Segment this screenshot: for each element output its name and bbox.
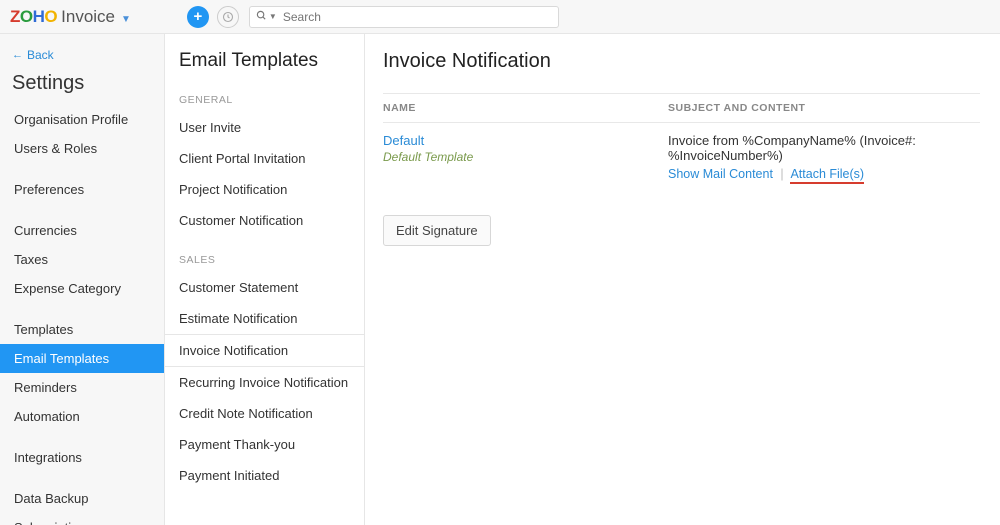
- table-header: NAME SUBJECT AND CONTENT: [383, 93, 980, 123]
- back-link[interactable]: ← Back: [12, 48, 164, 62]
- template-subtitle: Default Template: [383, 150, 668, 164]
- brand[interactable]: ZOHO Invoice ▼: [10, 7, 131, 27]
- sidebar-item-subscription[interactable]: Subscription: [12, 513, 164, 525]
- sidebar-item-taxes[interactable]: Taxes: [12, 245, 164, 274]
- template-item-payment-thank-you[interactable]: Payment Thank-you: [179, 429, 364, 460]
- sidebar-item-organisation-profile[interactable]: Organisation Profile: [12, 105, 164, 134]
- settings-title: Settings: [12, 72, 164, 95]
- search-input[interactable]: [283, 10, 552, 24]
- sidebar-item-automation[interactable]: Automation: [12, 402, 164, 431]
- table-row: Default Default Template Invoice from %C…: [383, 123, 980, 187]
- sidebar-item-currencies[interactable]: Currencies: [12, 216, 164, 245]
- sidebar-item-reminders[interactable]: Reminders: [12, 373, 164, 402]
- template-name-link[interactable]: Default: [383, 133, 668, 148]
- template-item-customer-statement[interactable]: Customer Statement: [179, 272, 364, 303]
- sidebar-item-users-roles[interactable]: Users & Roles: [12, 134, 164, 163]
- template-item-payment-initiated[interactable]: Payment Initiated: [179, 460, 364, 491]
- template-item-credit-note-notification[interactable]: Credit Note Notification: [179, 398, 364, 429]
- templates-title: Email Templates: [179, 50, 364, 72]
- attach-files-link[interactable]: Attach File(s): [790, 167, 864, 184]
- clock-icon: [222, 11, 234, 23]
- search-icon: [256, 10, 267, 24]
- col-header-name: NAME: [383, 102, 668, 114]
- settings-sidebar: ← Back Settings Organisation Profile Use…: [0, 34, 165, 525]
- template-group-general: GENERAL: [179, 94, 364, 106]
- arrow-left-icon: ←: [12, 49, 23, 61]
- sidebar-item-data-backup[interactable]: Data Backup: [12, 484, 164, 513]
- sidebar-item-integrations[interactable]: Integrations: [12, 443, 164, 472]
- search-box[interactable]: ▼: [249, 6, 559, 28]
- show-mail-content-link[interactable]: Show Mail Content: [668, 167, 773, 181]
- back-label: Back: [27, 48, 54, 62]
- template-item-recurring-invoice-notification[interactable]: Recurring Invoice Notification: [179, 367, 364, 398]
- template-item-user-invite[interactable]: User Invite: [179, 112, 364, 143]
- cell-subject: Invoice from %CompanyName% (Invoice#: %I…: [668, 133, 980, 181]
- subject-text: Invoice from %CompanyName% (Invoice#: %I…: [668, 133, 980, 163]
- sidebar-item-expense-category[interactable]: Expense Category: [12, 274, 164, 303]
- template-item-customer-notification[interactable]: Customer Notification: [179, 205, 364, 236]
- page-title: Invoice Notification: [383, 50, 980, 73]
- template-item-project-notification[interactable]: Project Notification: [179, 174, 364, 205]
- edit-signature-button[interactable]: Edit Signature: [383, 215, 491, 246]
- add-button[interactable]: +: [187, 6, 209, 28]
- template-item-invoice-notification[interactable]: Invoice Notification: [165, 334, 365, 367]
- link-separator: |: [780, 167, 783, 181]
- brand-caret-icon: ▼: [121, 14, 131, 25]
- main-panel: Invoice Notification NAME SUBJECT AND CO…: [365, 34, 1000, 525]
- template-item-estimate-notification[interactable]: Estimate Notification: [179, 303, 364, 334]
- topbar: ZOHO Invoice ▼ + ▼: [0, 0, 1000, 34]
- sidebar-item-preferences[interactable]: Preferences: [12, 175, 164, 204]
- cell-name: Default Default Template: [383, 133, 668, 164]
- template-item-client-portal-invitation[interactable]: Client Portal Invitation: [179, 143, 364, 174]
- recent-button[interactable]: [217, 6, 239, 28]
- templates-panel: Email Templates GENERAL User Invite Clie…: [165, 34, 365, 525]
- col-header-subject: SUBJECT AND CONTENT: [668, 102, 980, 114]
- zoho-logo: ZOHO: [10, 7, 57, 27]
- sidebar-item-email-templates[interactable]: Email Templates: [0, 344, 164, 373]
- brand-product: Invoice: [61, 7, 115, 27]
- template-group-sales: SALES: [179, 254, 364, 266]
- sidebar-item-templates[interactable]: Templates: [12, 315, 164, 344]
- search-scope-caret-icon[interactable]: ▼: [269, 12, 277, 21]
